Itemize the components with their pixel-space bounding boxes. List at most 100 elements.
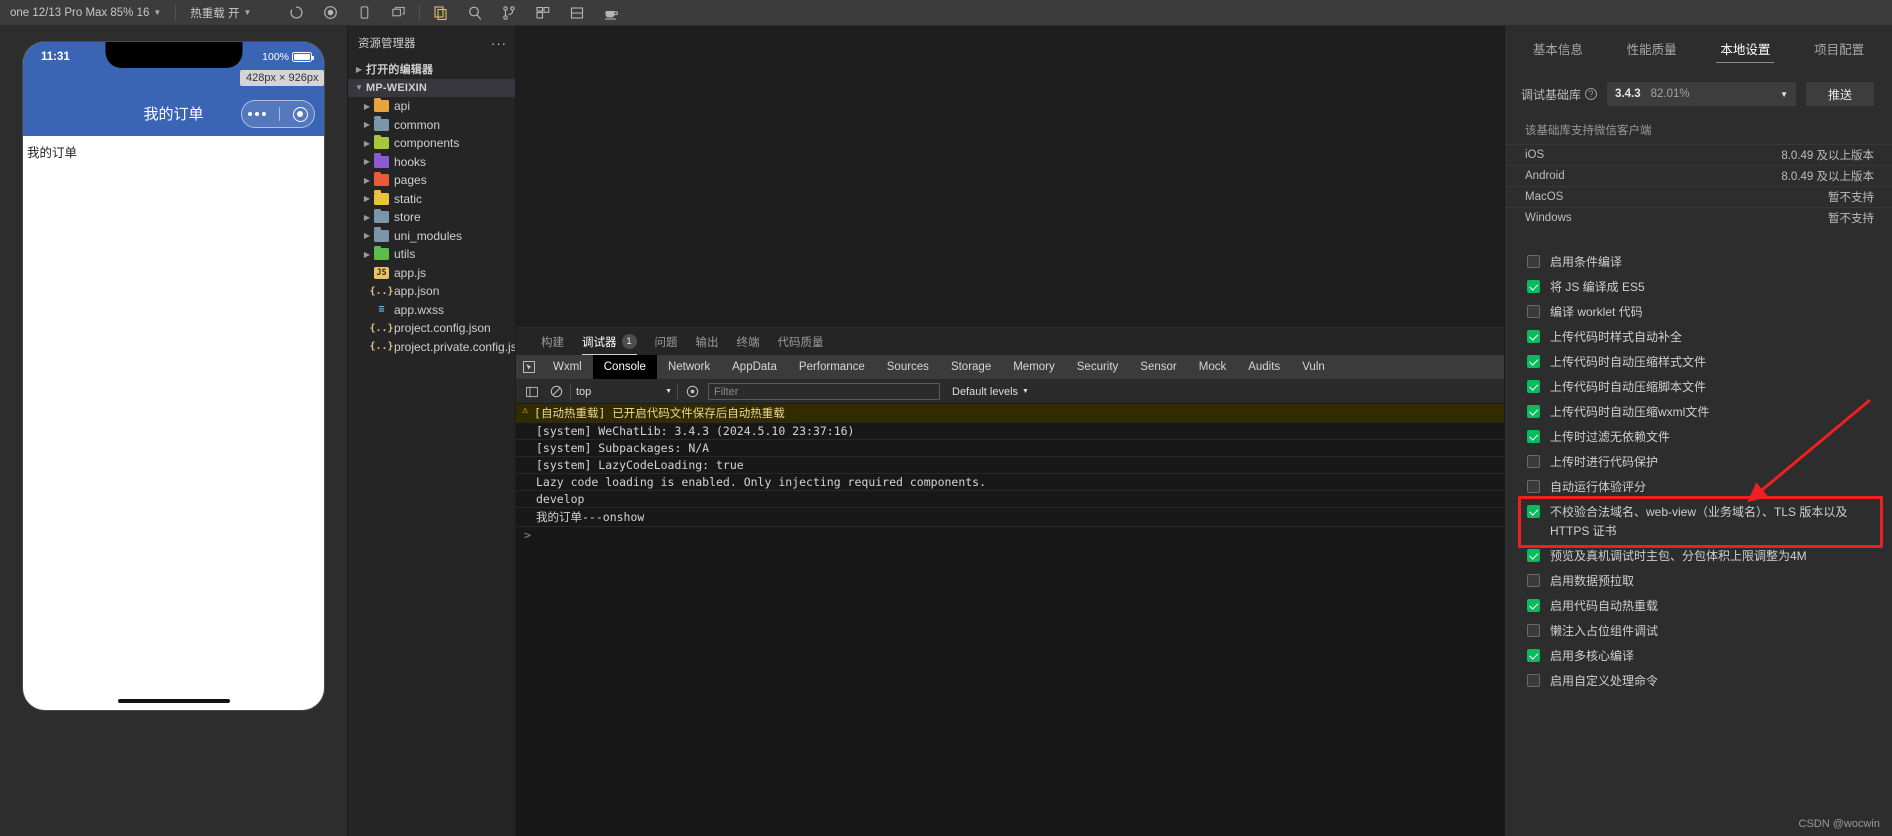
setting-option-12[interactable]: 启用数据预拉取 [1527,569,1882,594]
push-button[interactable]: 推送 [1806,82,1874,106]
explorer-file-app.js[interactable]: JS app.js [348,264,515,283]
console-filter-input[interactable]: Filter [708,383,940,400]
explorer-file-app.json[interactable]: {..} app.json [348,282,515,301]
refresh-icon[interactable] [279,1,313,25]
console-levels-selector[interactable]: Default levels ▼ [952,386,1029,398]
phone-icon[interactable] [347,1,381,25]
checkbox-icon[interactable] [1527,430,1540,443]
setting-option-4[interactable]: 上传代码时自动压缩样式文件 [1527,350,1882,375]
devtools-tab-wxml[interactable]: Wxml [542,355,593,379]
devtools-tab-audits[interactable]: Audits [1237,355,1291,379]
checkbox-icon[interactable] [1527,480,1540,493]
devtools-tab-mock[interactable]: Mock [1188,355,1237,379]
settings-tab-0[interactable]: 基本信息 [1527,26,1589,70]
checkbox-icon[interactable] [1527,674,1540,687]
devtools-tab-network[interactable]: Network [657,355,721,379]
explorer-folder-common[interactable]: ▶ common [348,116,515,135]
hot-reload-toggle[interactable]: 热重载 开 ▼ [180,0,261,25]
checkbox-icon[interactable] [1527,624,1540,637]
devtools-tab-sources[interactable]: Sources [876,355,940,379]
more-actions-icon[interactable]: ··· [491,36,507,51]
window-icon[interactable] [381,1,415,25]
checkbox-icon[interactable] [1527,455,1540,468]
setting-option-3[interactable]: 上传代码时样式自动补全 [1527,325,1882,350]
baselib-version-selector[interactable]: 3.4.3 82.01% ▼ [1607,82,1796,106]
clear-console-icon[interactable] [544,385,568,398]
setting-option-13[interactable]: 启用代码自动热重载 [1527,594,1882,619]
explorer-folder-utils[interactable]: ▶ utils [348,245,515,264]
git-branch-icon[interactable] [492,1,526,25]
setting-option-2[interactable]: 编译 worklet 代码 [1527,300,1882,325]
explorer-file-project.private.config.js...[interactable]: {..} project.private.config.js... [348,338,515,357]
setting-option-15[interactable]: 启用多核心编译 [1527,644,1882,669]
console-prompt[interactable]: > [516,527,1504,544]
explorer-project-root[interactable]: ▼ MP-WEIXIN [348,78,515,97]
checkbox-icon[interactable] [1527,380,1540,393]
setting-option-0[interactable]: 启用条件编译 [1527,250,1882,275]
panel-tab-5[interactable]: 代码质量 [769,328,833,355]
files-icon[interactable] [424,1,458,25]
checkbox-icon[interactable] [1527,330,1540,343]
close-target-icon[interactable] [292,106,308,122]
explorer-folder-components[interactable]: ▶ components [348,134,515,153]
settings-tab-2[interactable]: 本地设置 [1714,26,1776,70]
setting-option-1[interactable]: 将 JS 编译成 ES5 [1527,275,1882,300]
setting-option-11[interactable]: 预览及真机调试时主包、分包体积上限调整为4M [1527,544,1882,569]
explorer-file-app.wxss[interactable]: ≡ app.wxss [348,301,515,320]
help-icon[interactable]: ? [1585,88,1598,100]
checkbox-icon[interactable] [1527,255,1540,268]
checkbox-icon[interactable] [1527,280,1540,293]
panel-tab-1[interactable]: 调试器 1 [573,328,646,355]
setting-option-14[interactable]: 懒注入占位组件调试 [1527,619,1882,644]
panel-tab-2[interactable]: 问题 [646,328,687,355]
debug-tea-icon[interactable] [594,1,628,25]
explorer-file-project.config.json[interactable]: {..} project.config.json [348,319,515,338]
panel-tab-0[interactable]: 构建 [532,328,573,355]
setting-option-10[interactable]: 不校验合法域名、web-view（业务域名）、TLS 版本以及 HTTPS 证书 [1527,500,1882,544]
settings-tab-1[interactable]: 性能质量 [1621,26,1683,70]
explorer-folder-hooks[interactable]: ▶ hooks [348,153,515,172]
devtools-tab-memory[interactable]: Memory [1002,355,1066,379]
explorer-folder-api[interactable]: ▶ api [348,97,515,116]
layout-icon[interactable] [560,1,594,25]
inspect-element-icon[interactable] [516,355,542,379]
checkbox-icon[interactable] [1527,599,1540,612]
setting-option-5[interactable]: 上传代码时自动压缩脚本文件 [1527,375,1882,400]
panel-tab-3[interactable]: 输出 [687,328,728,355]
explorer-folder-pages[interactable]: ▶ pages [348,171,515,190]
devtools-tab-vuln[interactable]: Vuln [1291,355,1336,379]
explorer-folder-uni_modules[interactable]: ▶ uni_modules [348,227,515,246]
search-icon[interactable] [458,1,492,25]
checkbox-icon[interactable] [1527,549,1540,562]
checkbox-icon[interactable] [1527,355,1540,368]
devtools-tab-sensor[interactable]: Sensor [1129,355,1187,379]
devtools-tab-console[interactable]: Console [592,355,657,379]
console-sidebar-icon[interactable] [520,386,544,398]
checkbox-icon[interactable] [1527,574,1540,587]
devtools-tab-appdata[interactable]: AppData [721,355,788,379]
setting-option-8[interactable]: 上传时进行代码保护 [1527,450,1882,475]
explorer-folder-static[interactable]: ▶ static [348,190,515,209]
extensions-icon[interactable] [526,1,560,25]
devtools-tab-storage[interactable]: Storage [940,355,1002,379]
more-dots-icon[interactable] [248,112,267,116]
checkbox-icon[interactable] [1527,305,1540,318]
stop-record-icon[interactable] [313,1,347,25]
setting-option-7[interactable]: 上传时过滤无依赖文件 [1527,425,1882,450]
phone-simulator[interactable]: 11:31 100% 我的订单 我的订单 [23,42,324,710]
checkbox-icon[interactable] [1527,405,1540,418]
checkbox-icon[interactable] [1527,649,1540,662]
device-selector[interactable]: one 12/13 Pro Max 85% 16 ▼ [0,0,171,25]
setting-option-6[interactable]: 上传代码时自动压缩wxml文件 [1527,400,1882,425]
editor-area[interactable] [516,26,1504,327]
checkbox-icon[interactable] [1527,505,1540,518]
console-output[interactable]: ⚠ [自动热重载] 已开启代码文件保存后自动热重载 [system] WeChatL… [516,404,1504,836]
explorer-open-editors[interactable]: ▶ 打开的编辑器 [348,60,515,79]
console-eye-icon[interactable] [680,385,704,398]
devtools-tab-security[interactable]: Security [1066,355,1130,379]
panel-tab-4[interactable]: 终端 [728,328,769,355]
devtools-tab-performance[interactable]: Performance [788,355,876,379]
wechat-capsule-buttons[interactable] [241,100,315,128]
explorer-folder-store[interactable]: ▶ store [348,208,515,227]
setting-option-16[interactable]: 启用自定义处理命令 [1527,669,1882,694]
